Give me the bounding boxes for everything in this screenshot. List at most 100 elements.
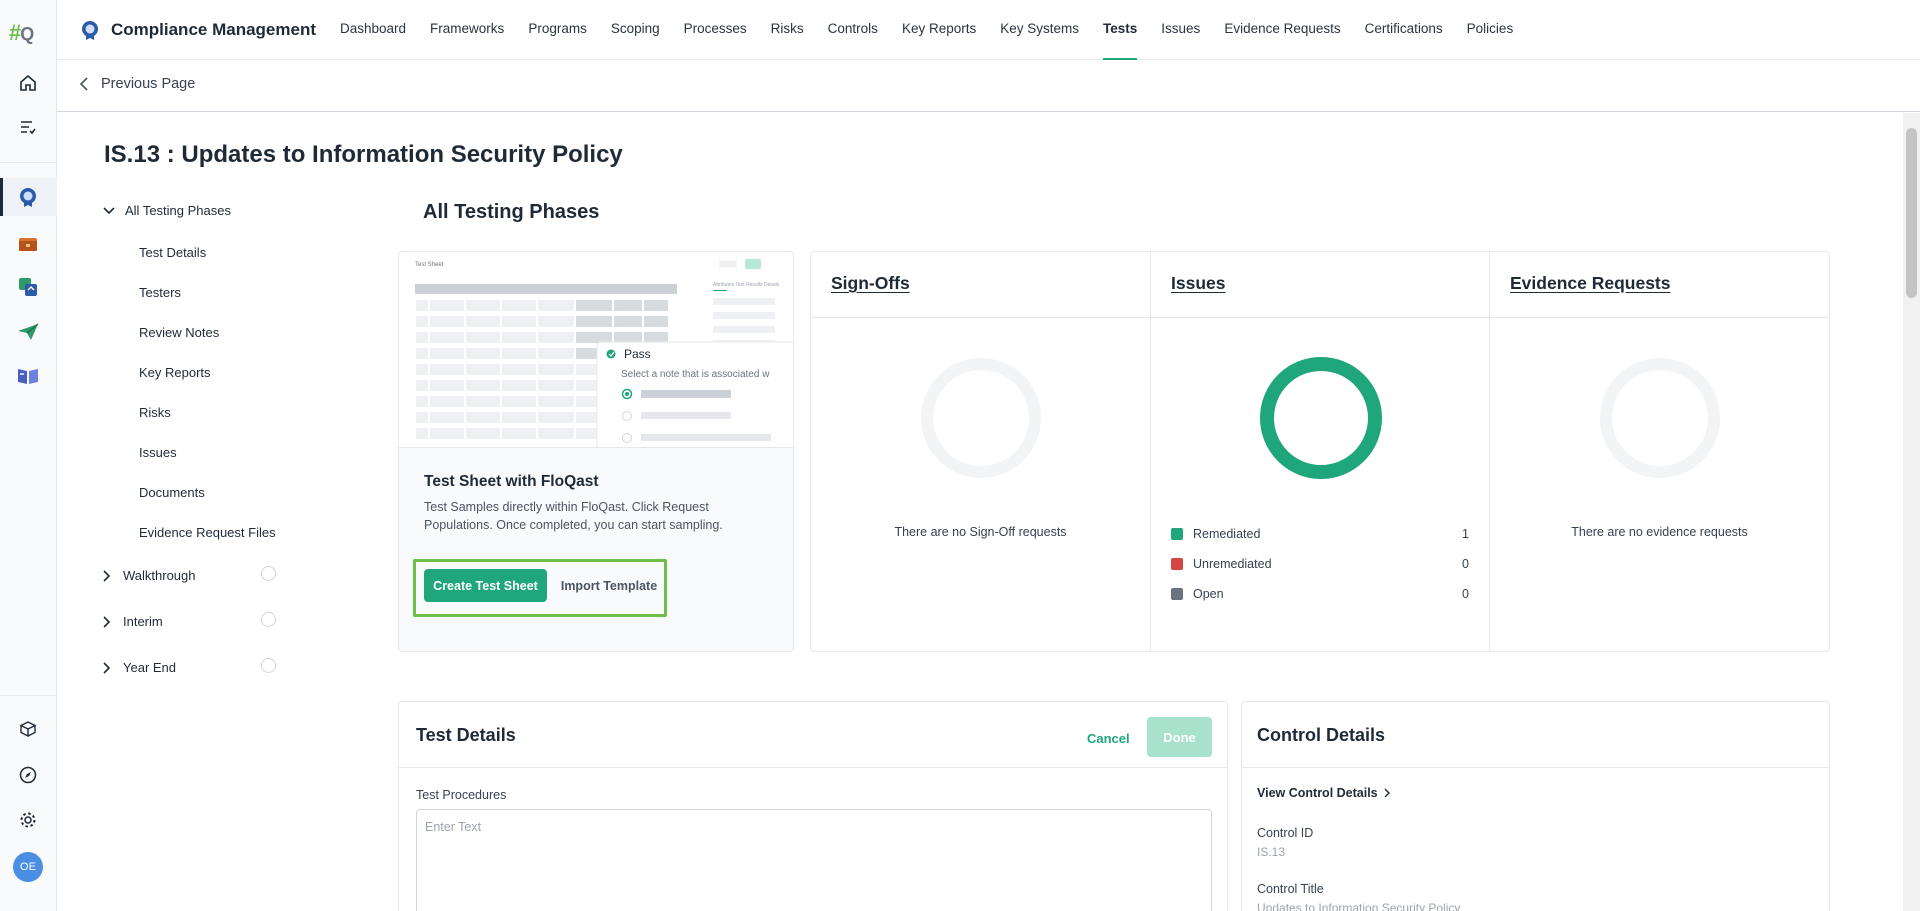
sync-icon[interactable] — [12, 271, 44, 303]
compliance-icon[interactable] — [12, 181, 44, 213]
nav-frameworks[interactable]: Frameworks — [418, 0, 516, 60]
legend-remediated: Remediated 1 — [1171, 525, 1469, 543]
legend-label: Unremediated — [1193, 557, 1272, 571]
evidence-requests-panel: Evidence Requests There are no evidence … — [1489, 252, 1829, 651]
view-control-details-link[interactable]: View Control Details — [1257, 786, 1390, 800]
previous-page-link[interactable]: Previous Page — [79, 76, 195, 92]
svg-text:Test Sheet: Test Sheet — [415, 262, 444, 268]
nav-processes[interactable]: Processes — [672, 0, 759, 60]
test-procedures-label: Test Procedures — [416, 788, 507, 802]
nav-risks[interactable]: Risks — [759, 0, 816, 60]
issues-title-link[interactable]: Issues — [1171, 273, 1225, 294]
legend-open: Open 0 — [1171, 585, 1469, 603]
tree-item-issues[interactable]: Issues — [139, 445, 177, 460]
compliance-app-icon — [79, 19, 101, 46]
scrollbar-thumb[interactable] — [1906, 128, 1917, 298]
test-sheet-description: Test Samples directly within FloQast. Cl… — [424, 500, 723, 532]
nav-scoping[interactable]: Scoping — [599, 0, 672, 60]
sign-offs-title-link[interactable]: Sign-Offs — [831, 273, 910, 294]
folder-icon[interactable] — [12, 228, 44, 260]
avatar[interactable]: OE — [13, 852, 43, 882]
nav-certifications[interactable]: Certifications — [1353, 0, 1455, 60]
issues-donut — [1260, 357, 1382, 479]
phase-status-circle — [261, 612, 276, 627]
tasks-icon[interactable] — [12, 111, 44, 143]
test-details-header: Test Details Cancel Done — [399, 702, 1227, 768]
main-nav: Dashboard Frameworks Programs Scoping Pr… — [328, 0, 1525, 60]
svg-text:Pass: Pass — [624, 347, 651, 361]
legend-count: 0 — [1462, 557, 1469, 571]
issues-panel: Issues Remediated 1 Unremediated 0 Open … — [1150, 252, 1489, 651]
control-details-header: Control Details — [1242, 702, 1829, 768]
legend-swatch — [1171, 588, 1183, 600]
control-details-title: Control Details — [1257, 725, 1386, 745]
sign-offs-donut — [921, 358, 1041, 478]
nav-evidence-requests[interactable]: Evidence Requests — [1212, 0, 1352, 60]
tree-item-risks[interactable]: Risks — [139, 405, 171, 420]
issues-donut-remediated-arc — [1260, 357, 1382, 479]
control-title-value: Updates to Information Security Policy — [1257, 901, 1461, 911]
test-sheet-preview-image: Test Sheet Attributes Test Results Detai… — [399, 252, 793, 448]
tree-phase-walkthrough[interactable]: Walkthrough — [103, 568, 196, 583]
svg-text:Attributes Test Results De: Attributes Test Results Details — [713, 282, 780, 288]
done-button[interactable]: Done — [1147, 717, 1212, 757]
tree-phase-interim[interactable]: Interim — [103, 614, 163, 629]
tree-item-documents[interactable]: Documents — [139, 485, 205, 500]
nav-issues[interactable]: Issues — [1149, 0, 1212, 60]
gear-icon[interactable] — [12, 804, 44, 836]
test-details-title: Test Details — [416, 725, 516, 745]
test-procedures-input[interactable] — [416, 809, 1212, 911]
sub-header: Previous Page — [57, 60, 1920, 112]
chevron-right-icon — [103, 569, 111, 582]
cancel-button[interactable]: Cancel — [1079, 718, 1138, 758]
section-title: All Testing Phases — [423, 201, 600, 223]
tree-phase-year-end[interactable]: Year End — [103, 660, 176, 675]
tree-all-testing-phases[interactable]: All Testing Phases — [103, 203, 231, 218]
rail-divider — [0, 695, 57, 696]
chevron-right-icon — [103, 615, 111, 628]
chevron-right-icon — [103, 661, 111, 674]
nav-controls[interactable]: Controls — [816, 0, 890, 60]
test-details-card: Test Details Cancel Done Test Procedures — [398, 701, 1228, 911]
summary-card: Sign-Offs There are no Sign-Off requests… — [810, 251, 1830, 652]
nav-programs[interactable]: Programs — [516, 0, 599, 60]
send-icon[interactable] — [12, 316, 44, 348]
test-sheet-card: Test Sheet Attributes Test Results Detai… — [398, 251, 794, 652]
compass-icon[interactable] — [12, 759, 44, 791]
legend-swatch — [1171, 558, 1183, 570]
top-navigation: Compliance Management Dashboard Framewor… — [57, 0, 1920, 60]
import-template-button[interactable]: Import Template — [559, 569, 659, 602]
view-control-details-label: View Control Details — [1257, 786, 1378, 800]
control-id-value: IS.13 — [1257, 845, 1286, 859]
create-test-sheet-button[interactable]: Create Test Sheet — [424, 569, 547, 602]
app-title: Compliance Management — [111, 20, 316, 39]
tree-item-review-notes[interactable]: Review Notes — [139, 325, 219, 340]
panel-header: Sign-Offs — [811, 252, 1150, 318]
cube-icon[interactable] — [12, 713, 44, 745]
legend-swatch — [1171, 528, 1183, 540]
tree-item-evidence-request-files[interactable]: Evidence Request Files — [139, 525, 276, 540]
legend-label: Open — [1193, 587, 1224, 601]
svg-text:Select a note that is associat: Select a note that is associated w — [621, 369, 770, 380]
panel-header: Issues — [1151, 252, 1489, 318]
floqast-logo[interactable]: #Q — [9, 20, 34, 46]
nav-policies[interactable]: Policies — [1455, 0, 1526, 60]
tree-item-testers[interactable]: Testers — [139, 285, 181, 300]
tree-item-key-reports[interactable]: Key Reports — [139, 365, 211, 380]
panel-header: Evidence Requests — [1490, 252, 1829, 318]
nav-key-systems[interactable]: Key Systems — [988, 0, 1091, 60]
rail-divider — [0, 162, 57, 163]
legend-unremediated: Unremediated 0 — [1171, 555, 1469, 573]
nav-tests[interactable]: Tests — [1091, 0, 1149, 60]
legend-label: Remediated — [1193, 527, 1261, 541]
home-icon[interactable] — [12, 67, 44, 99]
book-icon[interactable] — [12, 360, 44, 392]
tree-root-label: All Testing Phases — [125, 203, 231, 218]
tree-item-test-details[interactable]: Test Details — [139, 245, 206, 260]
chevron-left-icon — [79, 77, 88, 91]
legend-count: 1 — [1462, 527, 1469, 541]
nav-key-reports[interactable]: Key Reports — [890, 0, 988, 60]
nav-dashboard[interactable]: Dashboard — [328, 0, 418, 60]
evidence-requests-donut — [1600, 358, 1720, 478]
evidence-requests-title-link[interactable]: Evidence Requests — [1510, 273, 1670, 294]
